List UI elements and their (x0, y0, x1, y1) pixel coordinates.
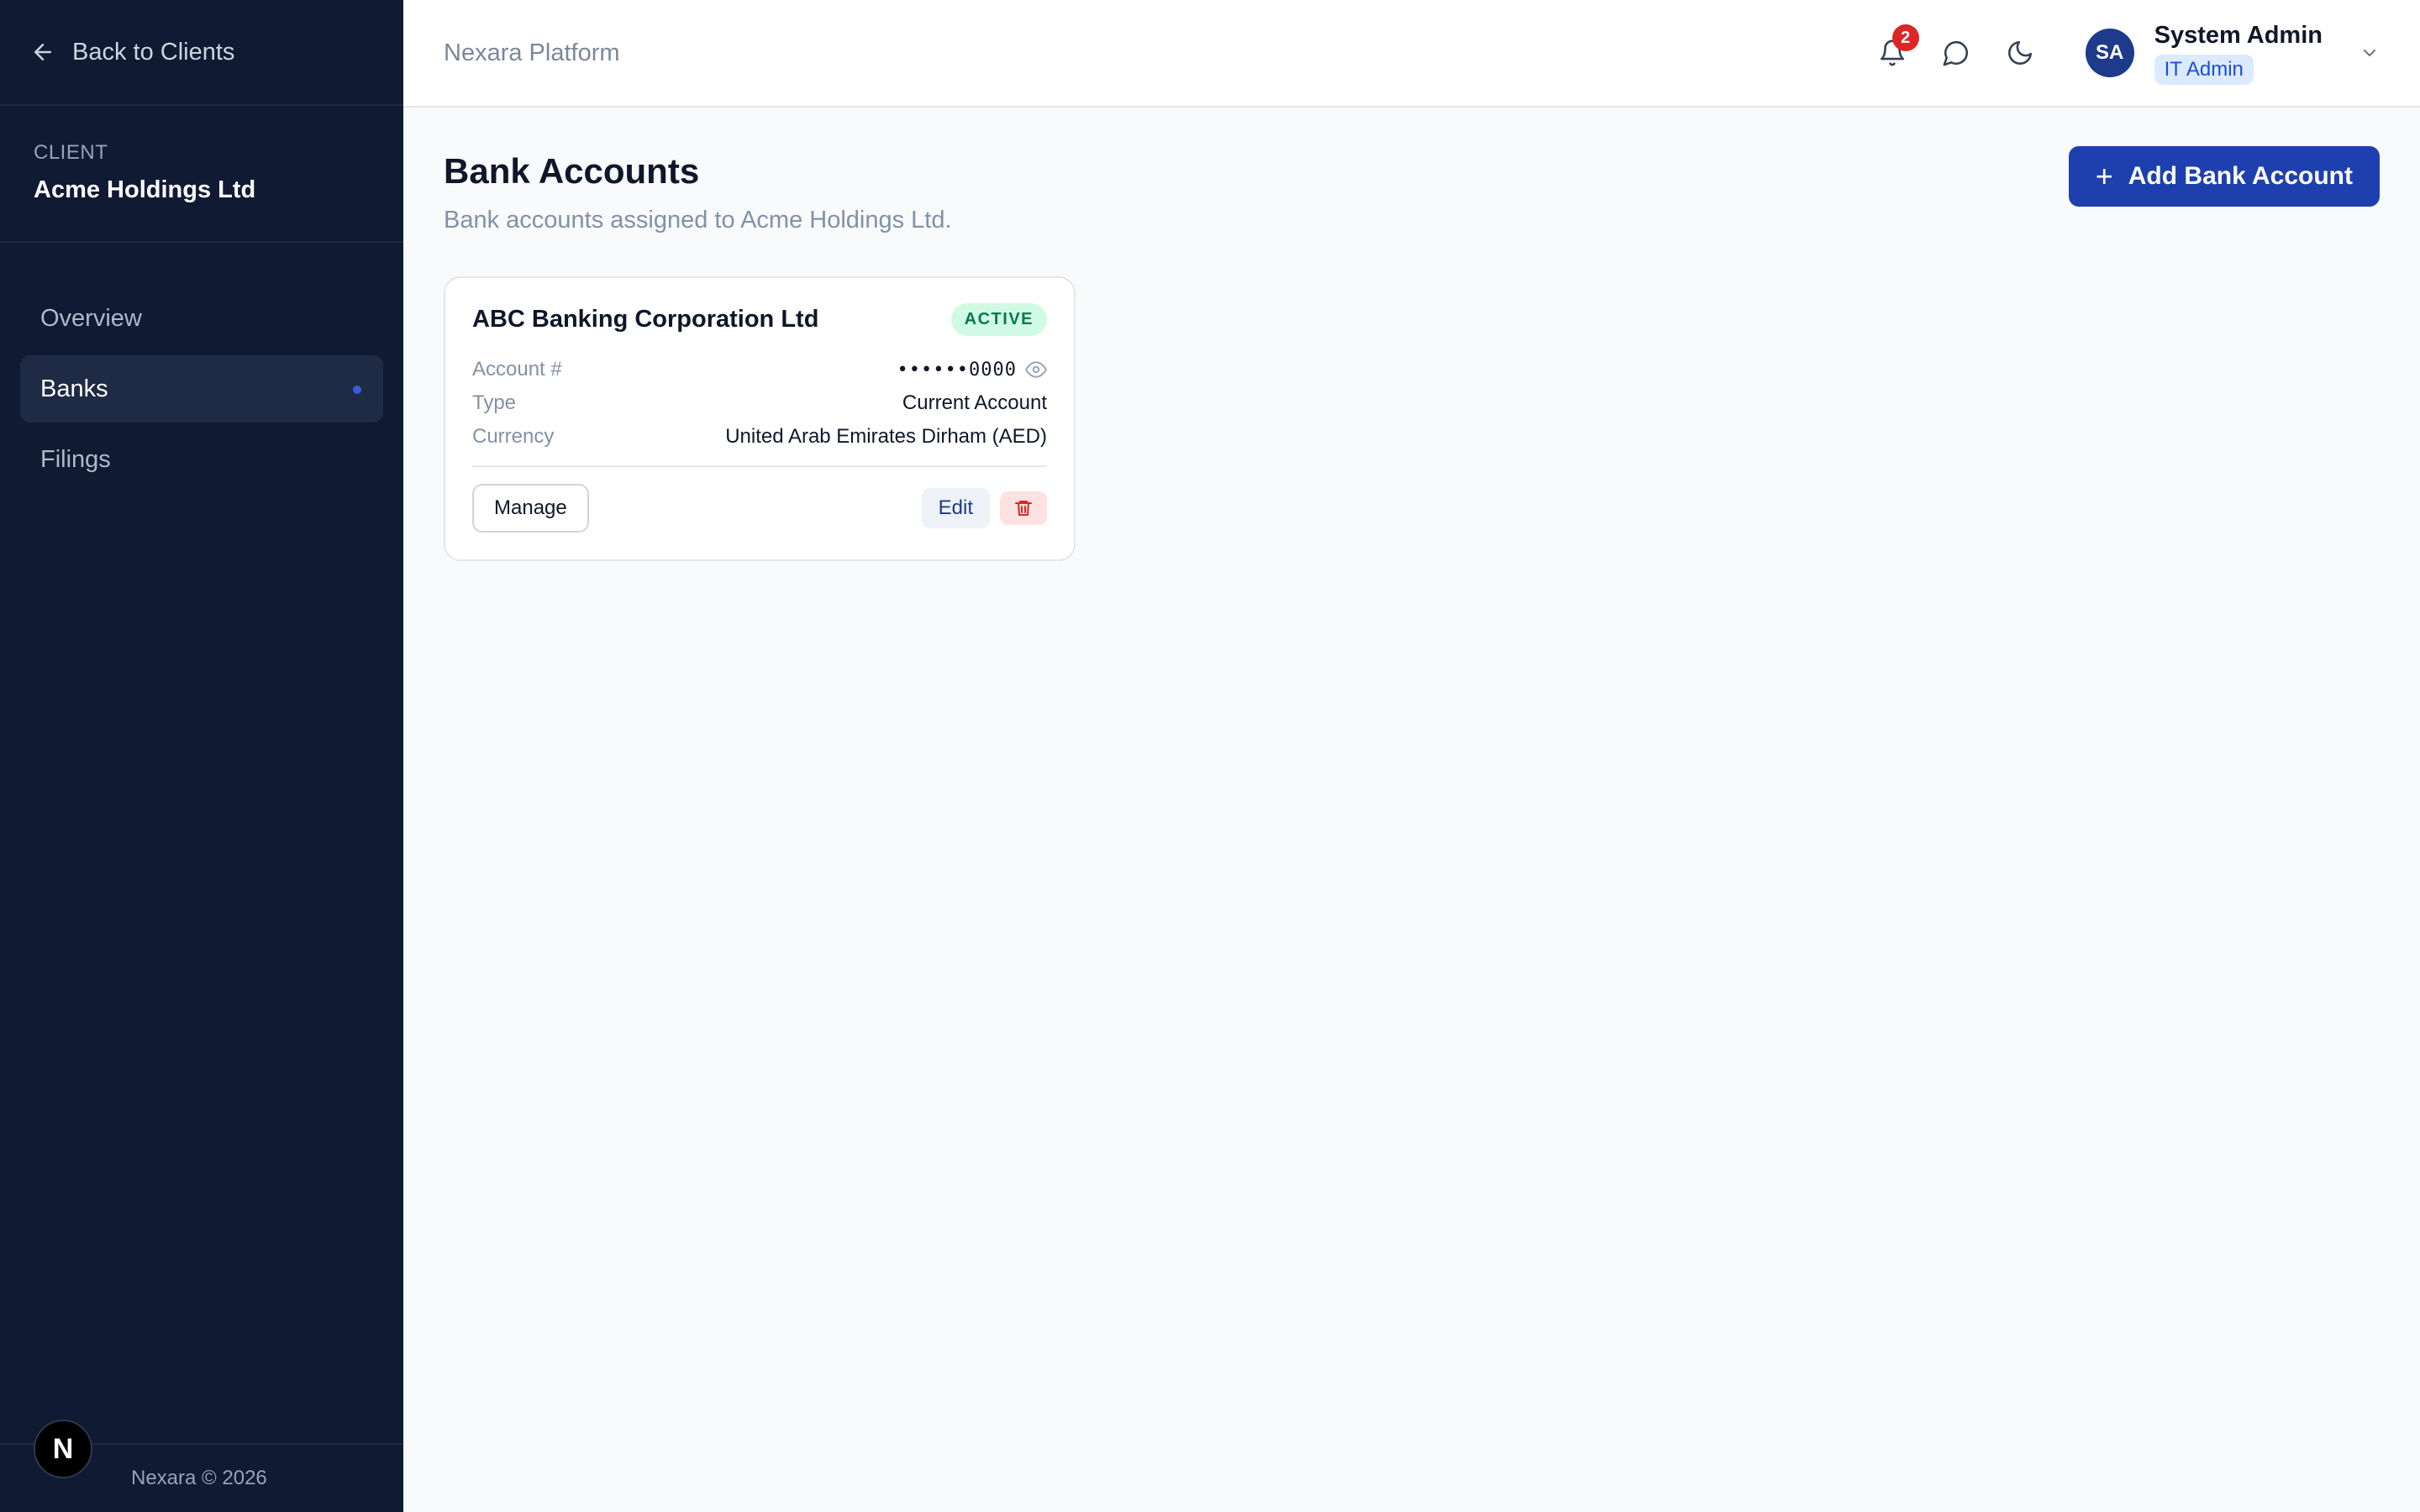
main-area: Nexara Platform 2 SA System Admin IT Adm… (403, 0, 2420, 1512)
user-role-badge: IT Admin (2154, 54, 2254, 85)
sidebar-item-filings[interactable]: Filings (20, 426, 383, 493)
user-menu[interactable]: SA System Admin IT Admin (2085, 22, 2380, 85)
sidebar-item-label: Banks (40, 375, 108, 402)
client-label: CLIENT (34, 141, 108, 164)
client-name: Acme Holdings Ltd (34, 176, 256, 203)
account-number-row: Account # ••••••0000 (472, 353, 1047, 386)
sidebar-nav: Overview Banks Filings (0, 243, 403, 496)
client-block: CLIENT Acme Holdings Ltd (0, 106, 403, 243)
sidebar-item-banks[interactable]: Banks (20, 355, 383, 423)
n-logo-icon[interactable]: N (34, 1420, 92, 1478)
n-logo-letter: N (52, 1432, 74, 1465)
copyright-text: Nexara © 2026 (131, 1467, 267, 1489)
platform-name: Nexara Platform (444, 39, 620, 66)
back-to-clients-link[interactable]: Back to Clients (0, 0, 403, 106)
account-number-label: Account # (472, 358, 562, 381)
app-root: Back to Clients CLIENT Acme Holdings Ltd… (0, 0, 2420, 1512)
sidebar: Back to Clients CLIENT Acme Holdings Ltd… (0, 0, 403, 1512)
messages-button[interactable] (1931, 28, 1981, 78)
account-number-value-wrap: ••••••0000 (897, 359, 1047, 381)
add-bank-account-label: Add Bank Account (2128, 162, 2353, 190)
account-type-value: Current Account (902, 391, 1047, 414)
account-type-label: Type (472, 391, 517, 414)
theme-toggle-button[interactable] (1995, 28, 2045, 78)
bank-account-card: ABC Banking Corporation Ltd ACTIVE Accou… (444, 276, 1076, 561)
trash-icon (1015, 501, 1032, 516)
active-indicator-dot (353, 386, 361, 394)
manage-button[interactable]: Manage (472, 484, 589, 533)
top-actions: 2 SA System Admin IT Admin (1854, 22, 2380, 85)
currency-value: United Arab Emirates Dirham (AED) (725, 425, 1047, 448)
delete-button[interactable] (1000, 491, 1047, 525)
sidebar-item-overview[interactable]: Overview (20, 285, 383, 352)
account-number-value: ••••••0000 (897, 359, 1017, 381)
edit-button[interactable]: Edit (921, 488, 990, 528)
notifications-button[interactable]: 2 (1867, 24, 1919, 78)
notification-count-badge: 2 (1891, 24, 1919, 51)
sidebar-item-label: Overview (40, 304, 142, 332)
avatar-initials: SA (2095, 41, 2124, 64)
plus-icon: + (2095, 159, 2113, 193)
user-name: System Admin (2154, 21, 2323, 49)
currency-row: Currency United Arab Emirates Dirham (AE… (472, 420, 1047, 454)
card-actions: Manage Edit (472, 484, 1047, 533)
account-details: Account # ••••••0000 Type Current Accoun… (472, 353, 1047, 454)
page-content: Bank Accounts Bank accounts assigned to … (403, 108, 2420, 603)
account-type-row: Type Current Account (472, 386, 1047, 420)
user-info: System Admin IT Admin (2154, 22, 2323, 85)
bank-name: ABC Banking Corporation Ltd (472, 306, 819, 333)
status-badge: ACTIVE (950, 303, 1047, 336)
card-divider (472, 465, 1047, 467)
back-to-clients-label: Back to Clients (72, 38, 235, 66)
top-bar: Nexara Platform 2 SA System Admin IT Adm… (403, 0, 2420, 108)
arrow-left-icon (34, 44, 51, 60)
page-subtitle: Bank accounts assigned to Acme Holdings … (444, 207, 952, 234)
card-header: ABC Banking Corporation Ltd ACTIVE (472, 303, 1047, 336)
currency-label: Currency (472, 425, 555, 448)
moon-icon (2007, 40, 2032, 65)
avatar: SA (2085, 29, 2134, 77)
sidebar-item-label: Filings (40, 445, 111, 473)
add-bank-account-button[interactable]: + Add Bank Account (2068, 146, 2380, 207)
chevron-down-icon (2364, 50, 2375, 56)
eye-icon[interactable] (1025, 359, 1047, 381)
chat-bubble-icon (1943, 40, 1968, 66)
